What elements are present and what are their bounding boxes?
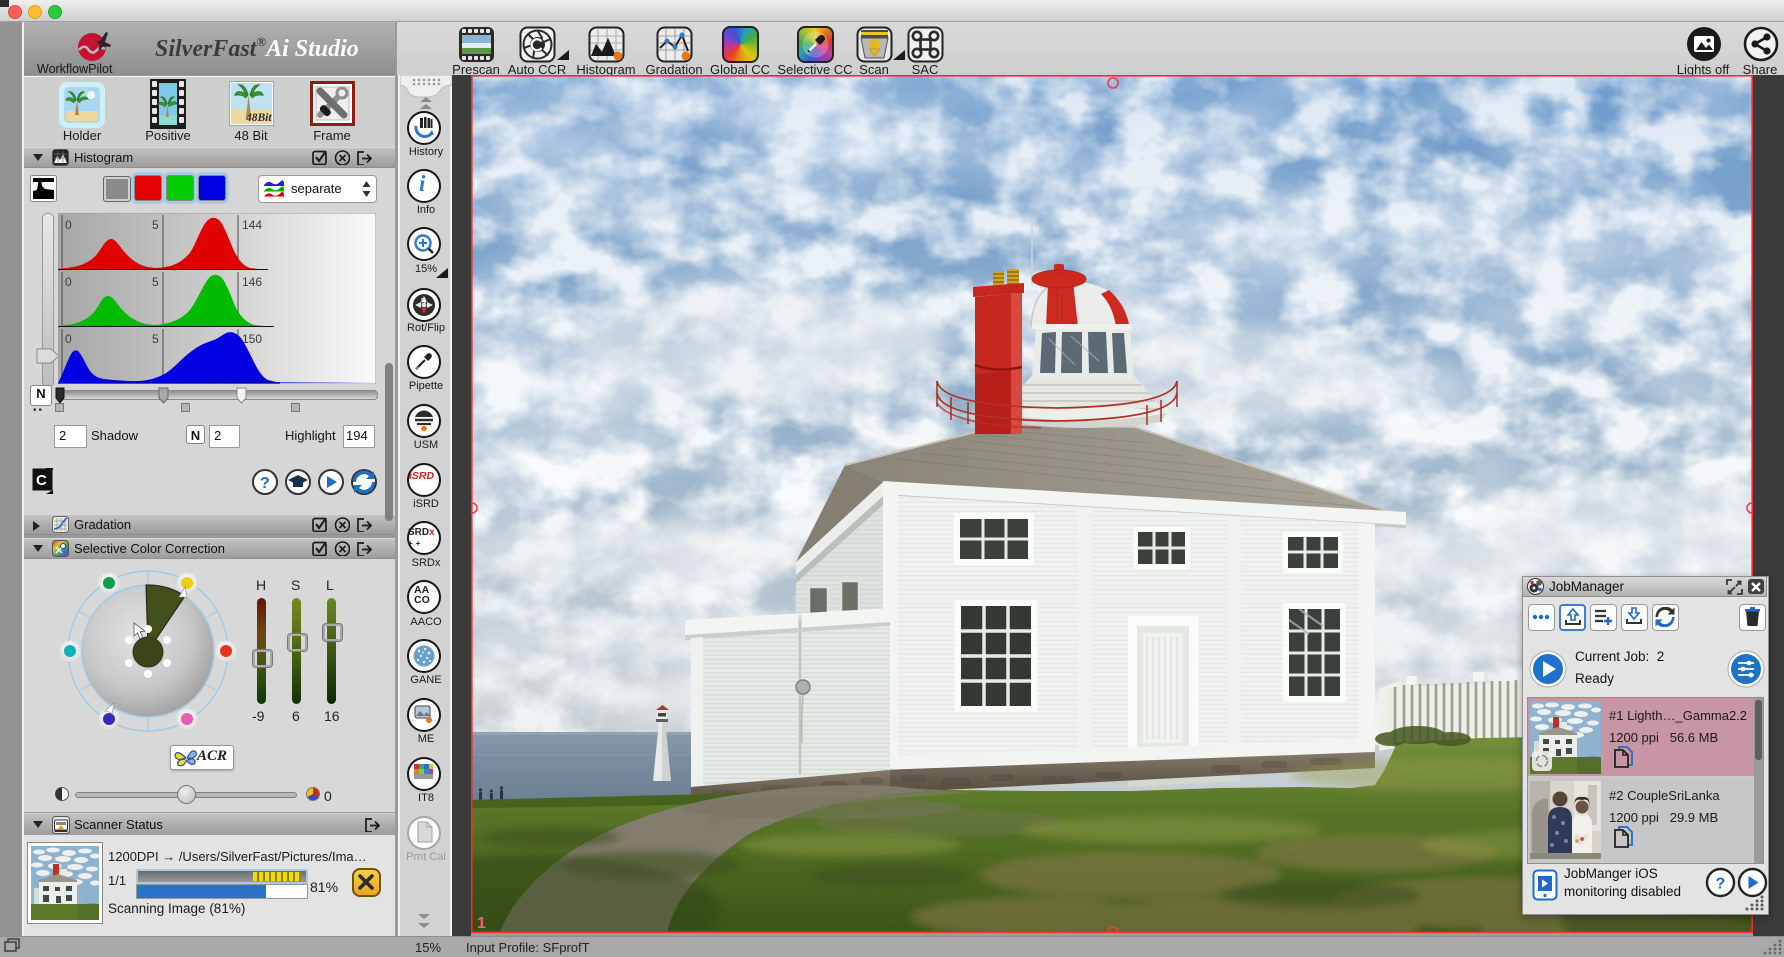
svg-text:5: 5: [152, 275, 159, 289]
svg-text:144: 144: [242, 218, 262, 232]
svg-text:150: 150: [242, 332, 262, 346]
svg-text:146: 146: [242, 275, 262, 289]
svg-text:?: ?: [1716, 876, 1726, 893]
svg-text:C: C: [36, 472, 47, 489]
svg-text:48Bit: 48Bit: [245, 112, 272, 124]
svg-text:0: 0: [65, 218, 72, 232]
svg-text:1: 1: [477, 915, 486, 932]
svg-text:?: ?: [260, 475, 270, 492]
svg-text:0: 0: [65, 332, 72, 346]
svg-text:0: 0: [65, 275, 72, 289]
svg-text:5: 5: [152, 218, 159, 232]
svg-text:5: 5: [152, 332, 159, 346]
